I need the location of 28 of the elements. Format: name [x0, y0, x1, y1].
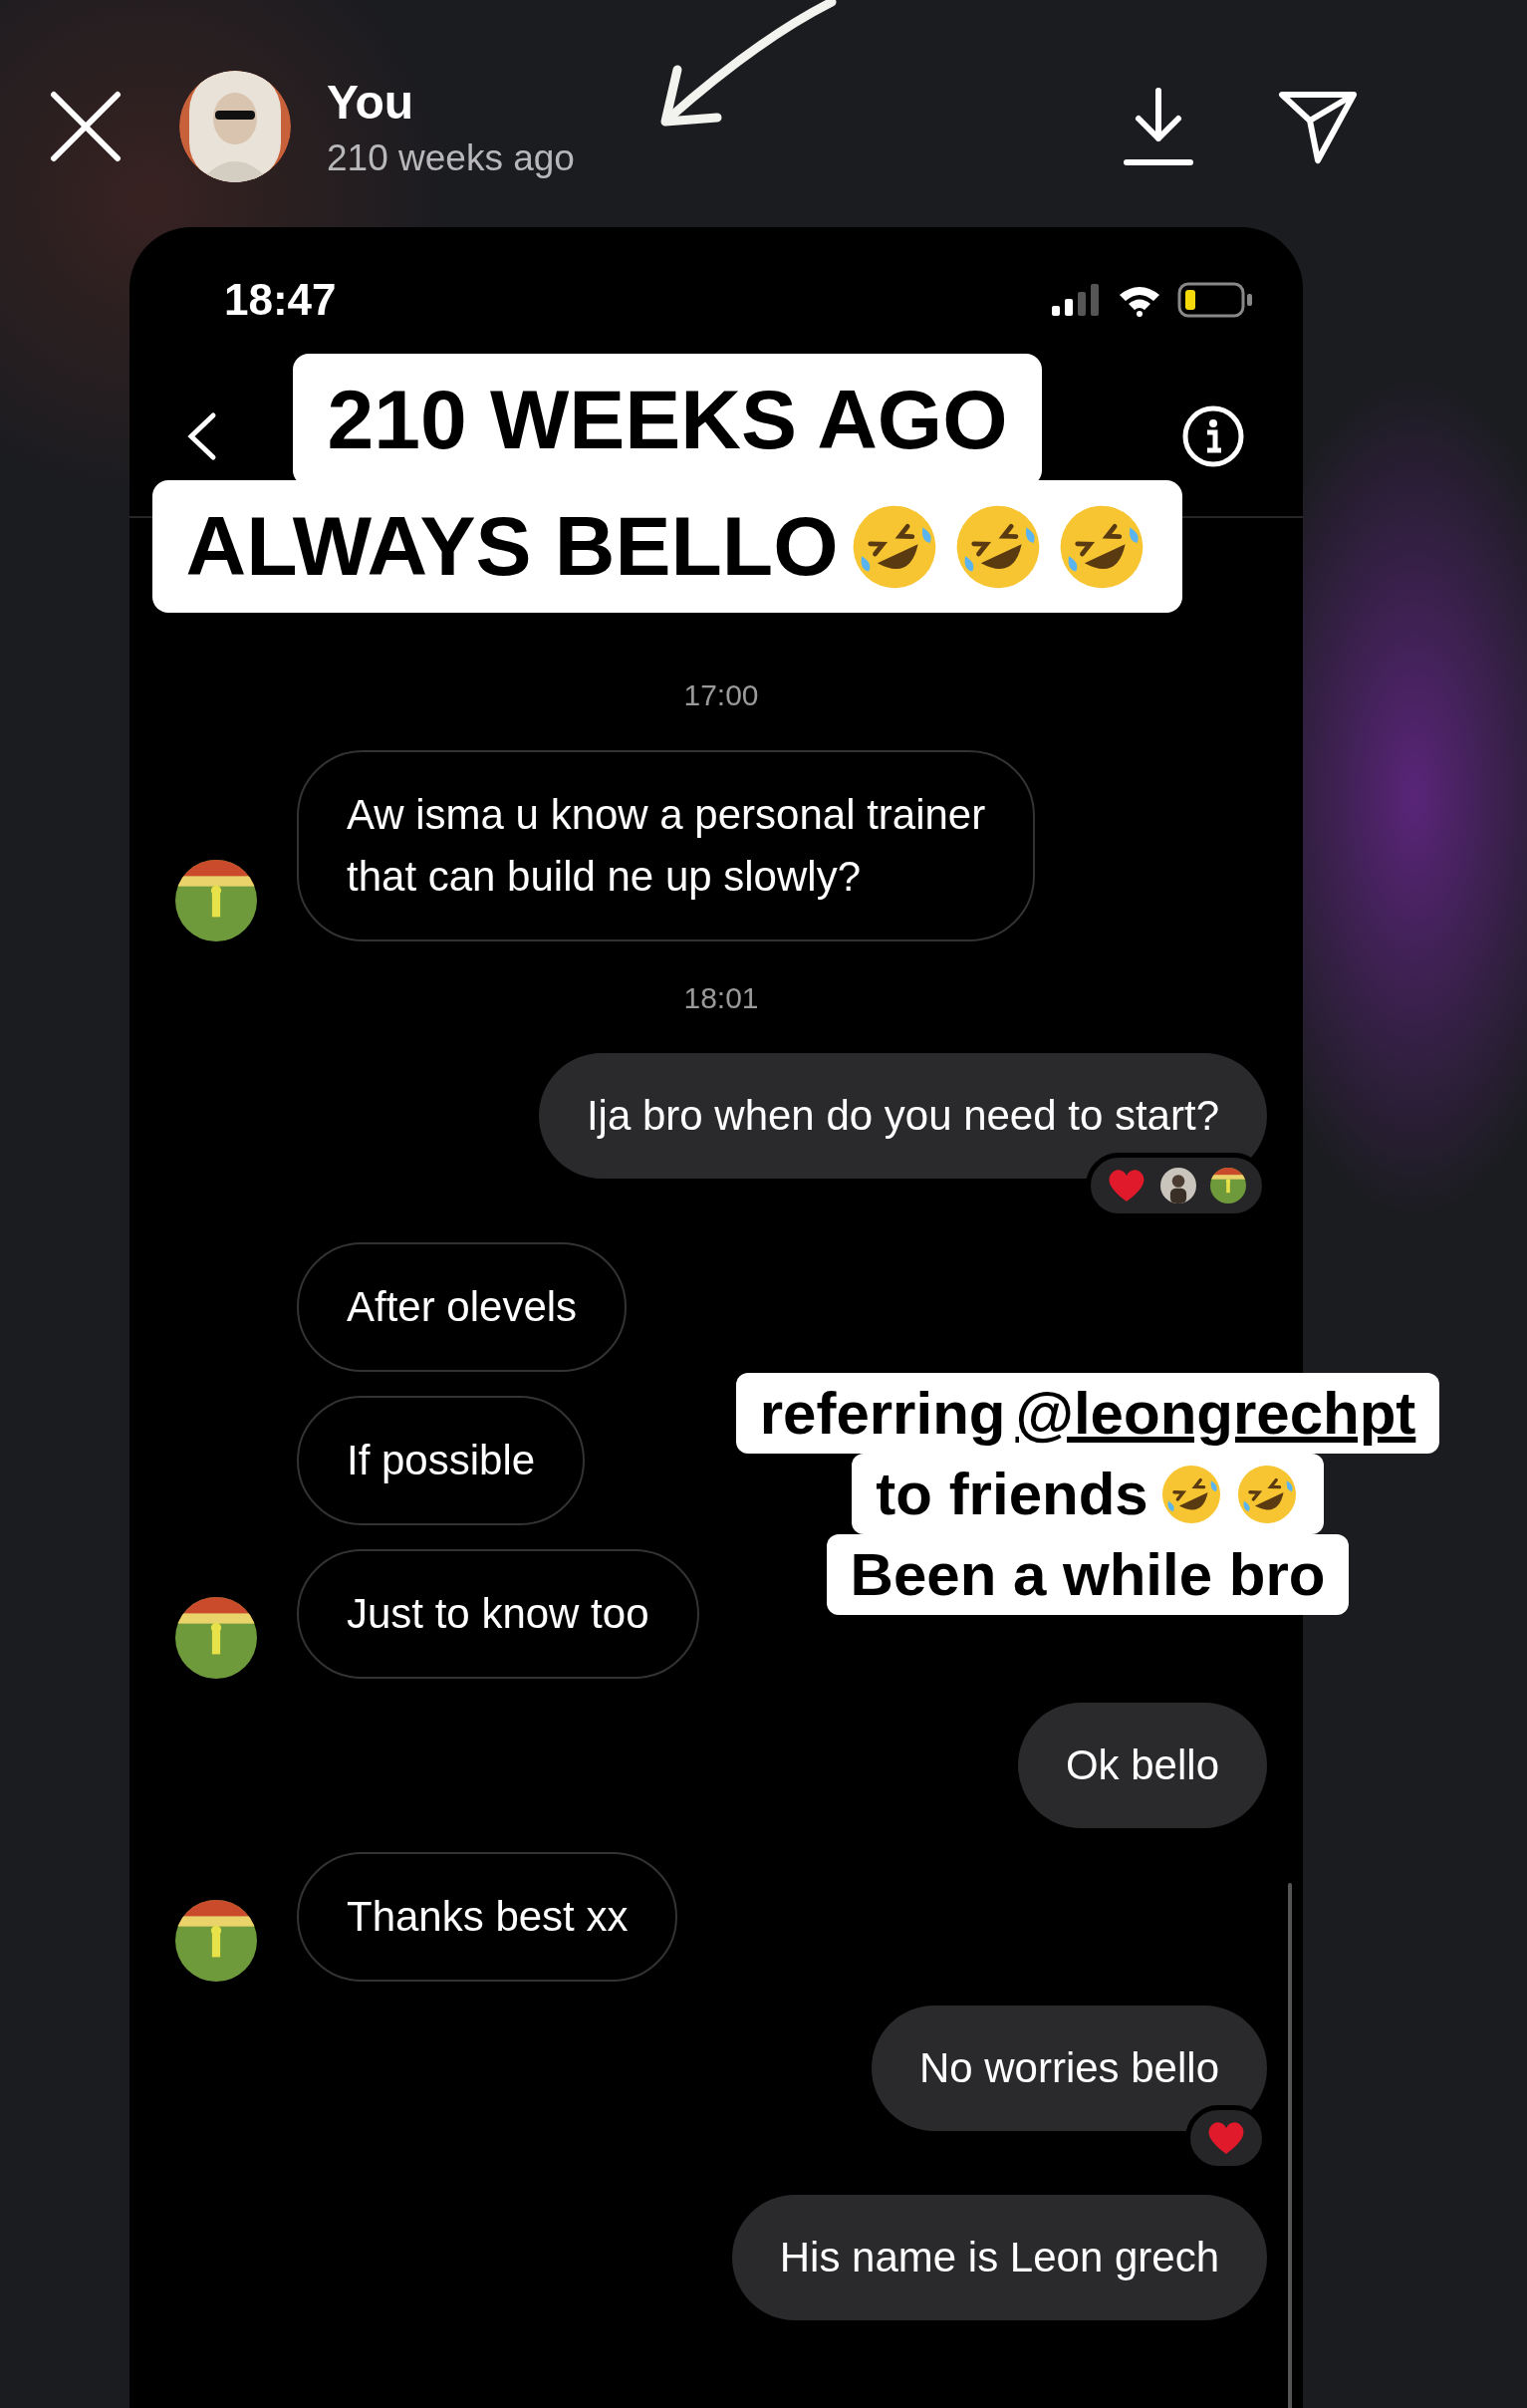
- back-icon[interactable]: [187, 411, 217, 461]
- sticker-text: ALWAYS BELLO: [151, 480, 1183, 613]
- username[interactable]: You: [327, 74, 414, 130]
- message-bubble: Just to know too: [297, 1549, 699, 1679]
- close-icon[interactable]: [50, 91, 122, 162]
- message-bubble: If possible: [297, 1396, 586, 1525]
- sticker-text: Been a while bro: [826, 1534, 1350, 1615]
- send-icon[interactable]: [1278, 89, 1358, 164]
- info-icon[interactable]: [1181, 404, 1245, 468]
- message-bubble: Ok bello: [1017, 1703, 1267, 1828]
- download-icon[interactable]: [1123, 87, 1194, 166]
- message-bubble: Ija bro when do you need to start?: [538, 1053, 1267, 1179]
- message-bubble: After olevels: [297, 1242, 628, 1372]
- message-bubble: His name is Leon grech: [731, 2195, 1267, 2320]
- message-bubble: Thanks best xx: [297, 1852, 678, 1982]
- sticker-text: to friends: [852, 1454, 1324, 1534]
- battery-icon: [1177, 282, 1253, 318]
- heart-icon: [1206, 2120, 1246, 2156]
- sticker-text: referring @leongrechpt: [735, 1373, 1440, 1454]
- post-time: 210 weeks ago: [327, 136, 575, 179]
- chat-timestamp: 18:01: [683, 981, 759, 1015]
- mention-link[interactable]: @leongrechpt: [1015, 1379, 1416, 1448]
- chat-timestamp: 17:00: [683, 678, 759, 712]
- signal-icon: [1052, 284, 1102, 316]
- status-time: 18:47: [224, 275, 337, 325]
- heart-icon: [1107, 1168, 1146, 1204]
- message-bubble: No worries bello: [871, 2006, 1267, 2131]
- message-bubble: Aw isma u know a personal trainer that can build ne up slowly?: [297, 750, 1036, 941]
